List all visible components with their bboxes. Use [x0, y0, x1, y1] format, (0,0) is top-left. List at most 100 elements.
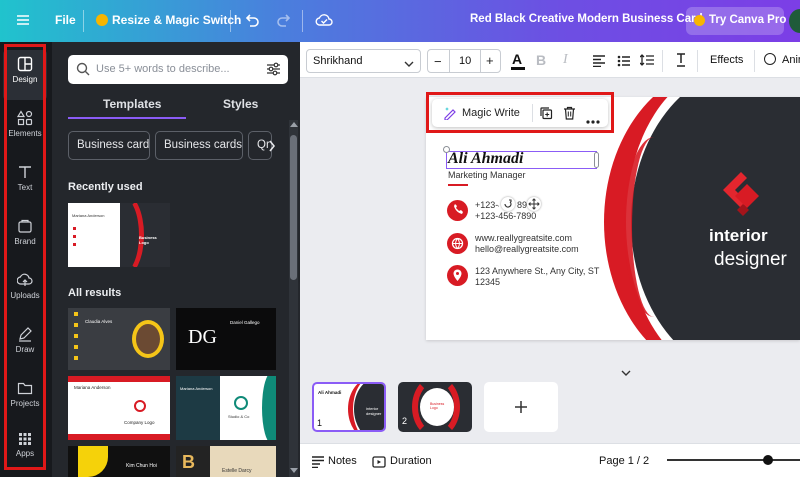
thumb-text: Kim Chun Hoi	[126, 463, 157, 469]
page-thumbnail-2[interactable]: Business Logo 2	[398, 382, 472, 432]
template-thumbnail[interactable]: Mariana Anderson Company Logo	[68, 376, 170, 440]
tab-active-underline	[68, 117, 186, 119]
chevron-down-icon[interactable]	[620, 364, 632, 382]
align-left-icon[interactable]	[592, 54, 606, 72]
duration-button[interactable]: Duration	[390, 455, 432, 467]
search-placeholder: Use 5+ words to describe...	[96, 63, 230, 75]
phone-icon	[447, 200, 468, 221]
scroll-down-icon[interactable]	[290, 468, 298, 473]
tab-templates[interactable]: Templates	[103, 97, 161, 111]
file-menu[interactable]: File	[55, 13, 76, 27]
panel-scrollbar-thumb[interactable]	[290, 135, 297, 280]
chip-business-cards[interactable]: Business cards	[155, 131, 243, 160]
divider	[83, 10, 84, 32]
decrease-font-size-button[interactable]: −	[434, 54, 442, 69]
add-page-button[interactable]	[484, 382, 558, 432]
line-spacing-icon[interactable]	[639, 53, 654, 72]
scroll-up-icon[interactable]	[290, 122, 298, 127]
template-thumbnail[interactable]: DG Daniel Gallego	[176, 308, 276, 370]
recent-template-thumbnail[interactable]: Mariana Anderson Business Logo	[68, 203, 170, 267]
card-brand-line-1[interactable]: interior	[709, 226, 768, 246]
zoom-slider-track[interactable]	[667, 459, 800, 461]
font-size-value[interactable]: 10	[459, 55, 471, 67]
card-phone-2[interactable]: +123-456-7890	[475, 211, 536, 221]
move-handle-icon[interactable]	[527, 197, 541, 211]
thumb-text: Company Logo	[124, 420, 155, 425]
menu-icon[interactable]	[16, 13, 30, 27]
chevron-right-icon[interactable]	[268, 139, 276, 157]
location-pin-icon	[447, 265, 468, 286]
thumb-text: Ali Ahmadi	[318, 390, 342, 395]
card-phone-1[interactable]: +123-456-7890	[475, 200, 499, 210]
top-bar: File Resize & Magic Switch Red Black Cre…	[0, 0, 800, 42]
try-canva-pro-button[interactable]: Try Canva Pro	[686, 7, 787, 35]
redo-icon[interactable]	[276, 12, 292, 33]
thumb-text: Claudia Alves	[85, 319, 113, 324]
card-address-line-1[interactable]: 123 Anywhere St., Any City, ST	[475, 266, 599, 276]
increase-font-size-button[interactable]: +	[486, 53, 494, 68]
card-brand-line-2[interactable]: designer	[714, 249, 787, 271]
chip-business-card[interactable]: Business card	[68, 131, 150, 160]
thumb-text: Business Logo	[139, 235, 157, 245]
text-color-button[interactable]: A	[510, 50, 526, 72]
template-thumbnail[interactable]: Mariana Anderson Studio & Co	[176, 376, 276, 440]
font-family-select[interactable]: Shrikhand	[306, 49, 421, 73]
thumb-text: Business Logo	[430, 402, 445, 410]
plus-icon	[514, 400, 528, 419]
red-underline	[448, 184, 468, 186]
highlight-box-sidebar	[4, 44, 46, 470]
cloud-saved-icon[interactable]	[315, 12, 333, 33]
thumb-text: Daniel Gallego	[230, 320, 260, 325]
italic-icon[interactable]: I	[563, 52, 568, 68]
crown-icon	[96, 14, 108, 26]
template-thumbnail[interactable]: Claudia Alves	[68, 308, 170, 370]
card-email[interactable]: hello@reallygreatsite.com	[475, 244, 579, 254]
animate-label: Animate	[782, 54, 800, 66]
page-number: 1	[317, 418, 323, 428]
document-title[interactable]: Red Black Creative Modern Business Card	[470, 13, 703, 25]
undo-icon[interactable]	[244, 12, 260, 33]
notes-button[interactable]: Notes	[328, 455, 357, 467]
card-name[interactable]: Ali Ahmadi	[448, 150, 523, 168]
card-logo-icon[interactable]	[719, 170, 763, 227]
effects-button[interactable]: Effects	[710, 54, 743, 66]
page-thumbnail-1[interactable]: Ali Ahmadi interior designer 1	[312, 382, 386, 432]
page-indicator[interactable]: Page 1 / 2	[599, 455, 649, 467]
rotate-handle-icon[interactable]	[501, 197, 515, 211]
zoom-slider-handle[interactable]	[763, 455, 773, 465]
card-role[interactable]: Marketing Manager	[448, 170, 526, 180]
globe-icon	[447, 233, 468, 254]
page-number: 2	[402, 416, 408, 426]
red-accent-shape	[624, 137, 684, 317]
section-all-results: All results	[68, 287, 122, 299]
card-website[interactable]: www.reallygreatsite.com	[475, 233, 572, 243]
thumb-text: Mariana Anderson	[180, 386, 213, 391]
font-family-value: Shrikhand	[313, 55, 363, 67]
avatar[interactable]	[789, 9, 800, 33]
text-style-icon[interactable]	[674, 52, 688, 73]
search-icon	[76, 62, 90, 81]
card-phone-1-tail[interactable]: 89	[517, 200, 527, 210]
thumb-text: Estelle Darcy	[222, 468, 252, 474]
chevron-down-icon	[404, 55, 414, 77]
try-canva-pro-label: Try Canva Pro	[709, 14, 787, 26]
card-address-line-2[interactable]: 12345	[475, 277, 500, 287]
divider	[697, 50, 698, 72]
bulleted-list-icon[interactable]	[617, 54, 631, 72]
font-size-stepper[interactable]: − 10 +	[427, 49, 501, 73]
divider	[230, 10, 231, 32]
template-thumbnail[interactable]: B Estelle Darcy	[176, 446, 276, 477]
section-recently-used: Recently used	[68, 181, 143, 193]
selection-handle[interactable]	[594, 152, 599, 168]
divider	[302, 10, 303, 32]
bold-icon[interactable]: B	[536, 52, 546, 68]
highlight-box-magic-write	[426, 92, 614, 133]
tab-styles[interactable]: Styles	[223, 97, 258, 111]
notes-icon[interactable]	[311, 455, 325, 473]
resize-magic-switch-button[interactable]: Resize & Magic Switch	[112, 13, 241, 27]
duration-icon[interactable]	[372, 455, 386, 473]
filter-icon[interactable]	[266, 62, 281, 81]
template-thumbnail[interactable]: Kim Chun Hoi	[68, 446, 170, 477]
search-input[interactable]: Use 5+ words to describe...	[68, 55, 288, 84]
animate-button[interactable]: Animate	[764, 52, 800, 70]
